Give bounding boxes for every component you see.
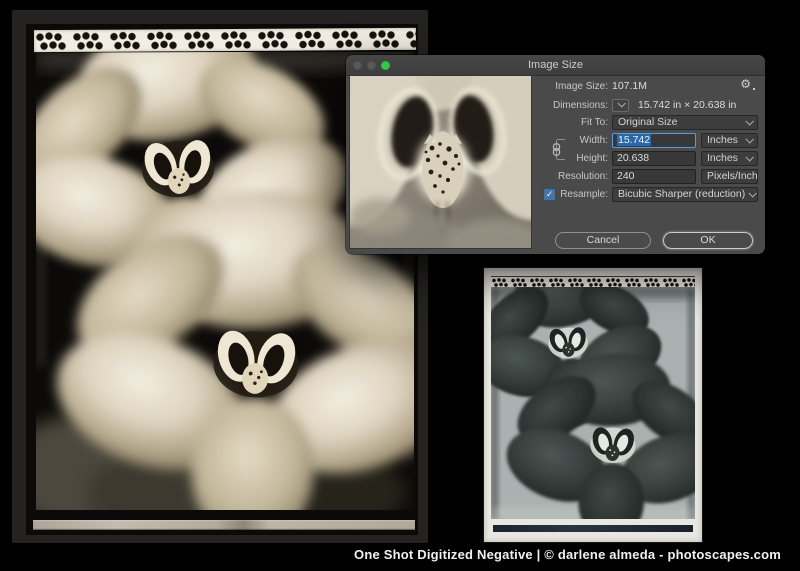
chevron-down-icon [617,99,625,107]
constrain-proportions-bracket[interactable] [556,140,567,159]
width-input[interactable]: 15.742 [612,133,696,148]
chevron-down-icon [749,189,757,197]
height-value: 20.638 [617,152,649,164]
dimensions-label: Dimensions: [536,100,608,111]
resolution-value: 240 [617,170,635,182]
resample-label: Resample: [560,189,608,200]
caption-text: One Shot Digitized Negative | © darlene … [354,547,781,562]
dimensions-disclosure-button[interactable] [612,99,629,112]
resolution-label: Resolution: [536,171,608,182]
height-unit-select[interactable]: Inches [701,151,758,166]
chevron-down-icon [745,117,753,125]
image-size-dialog: Image Size [346,55,765,254]
fit-to-select[interactable]: Original Size [612,115,758,130]
chevron-down-icon [745,153,753,161]
height-label: Height: [536,153,608,164]
print-footer-strip [33,520,415,530]
link-icon [552,143,561,156]
resample-checkbox[interactable]: ✓ [543,188,556,201]
negative-footer-strip [493,525,693,532]
ok-button[interactable]: OK [663,232,753,249]
cancel-button[interactable]: Cancel [555,232,651,249]
height-unit-value: Inches [707,152,738,164]
resample-value: Bicubic Sharper (reduction) [618,188,745,200]
height-input[interactable]: 20.638 [612,151,696,166]
width-value: 15.742 [617,134,651,146]
chevron-down-icon [745,135,753,143]
width-unit-value: Inches [707,134,738,146]
image-size-value: 107.1M [612,80,647,92]
image-size-label: Image Size: [536,81,608,92]
dialog-preview-image[interactable] [350,76,531,248]
negative-photo-orchids [491,287,695,519]
dialog-titlebar[interactable]: Image Size [346,55,765,76]
resolution-unit-select[interactable]: Pixels/Inch [701,169,758,184]
width-unit-select[interactable]: Inches [701,133,758,148]
page-root: Image Size [0,0,800,571]
resample-select[interactable]: Bicubic Sharper (reduction) [612,187,758,202]
film-code-strip [34,28,416,52]
dimensions-value: 15.742 in × 20.638 in [638,99,736,111]
negative-print [484,268,702,542]
width-label: Width: [536,135,608,146]
resolution-input[interactable]: 240 [612,169,696,184]
fit-to-label: Fit To: [536,117,608,128]
fit-to-value: Original Size [618,116,678,128]
dialog-title: Image Size [346,55,765,75]
resolution-unit-value: Pixels/Inch [707,170,758,182]
